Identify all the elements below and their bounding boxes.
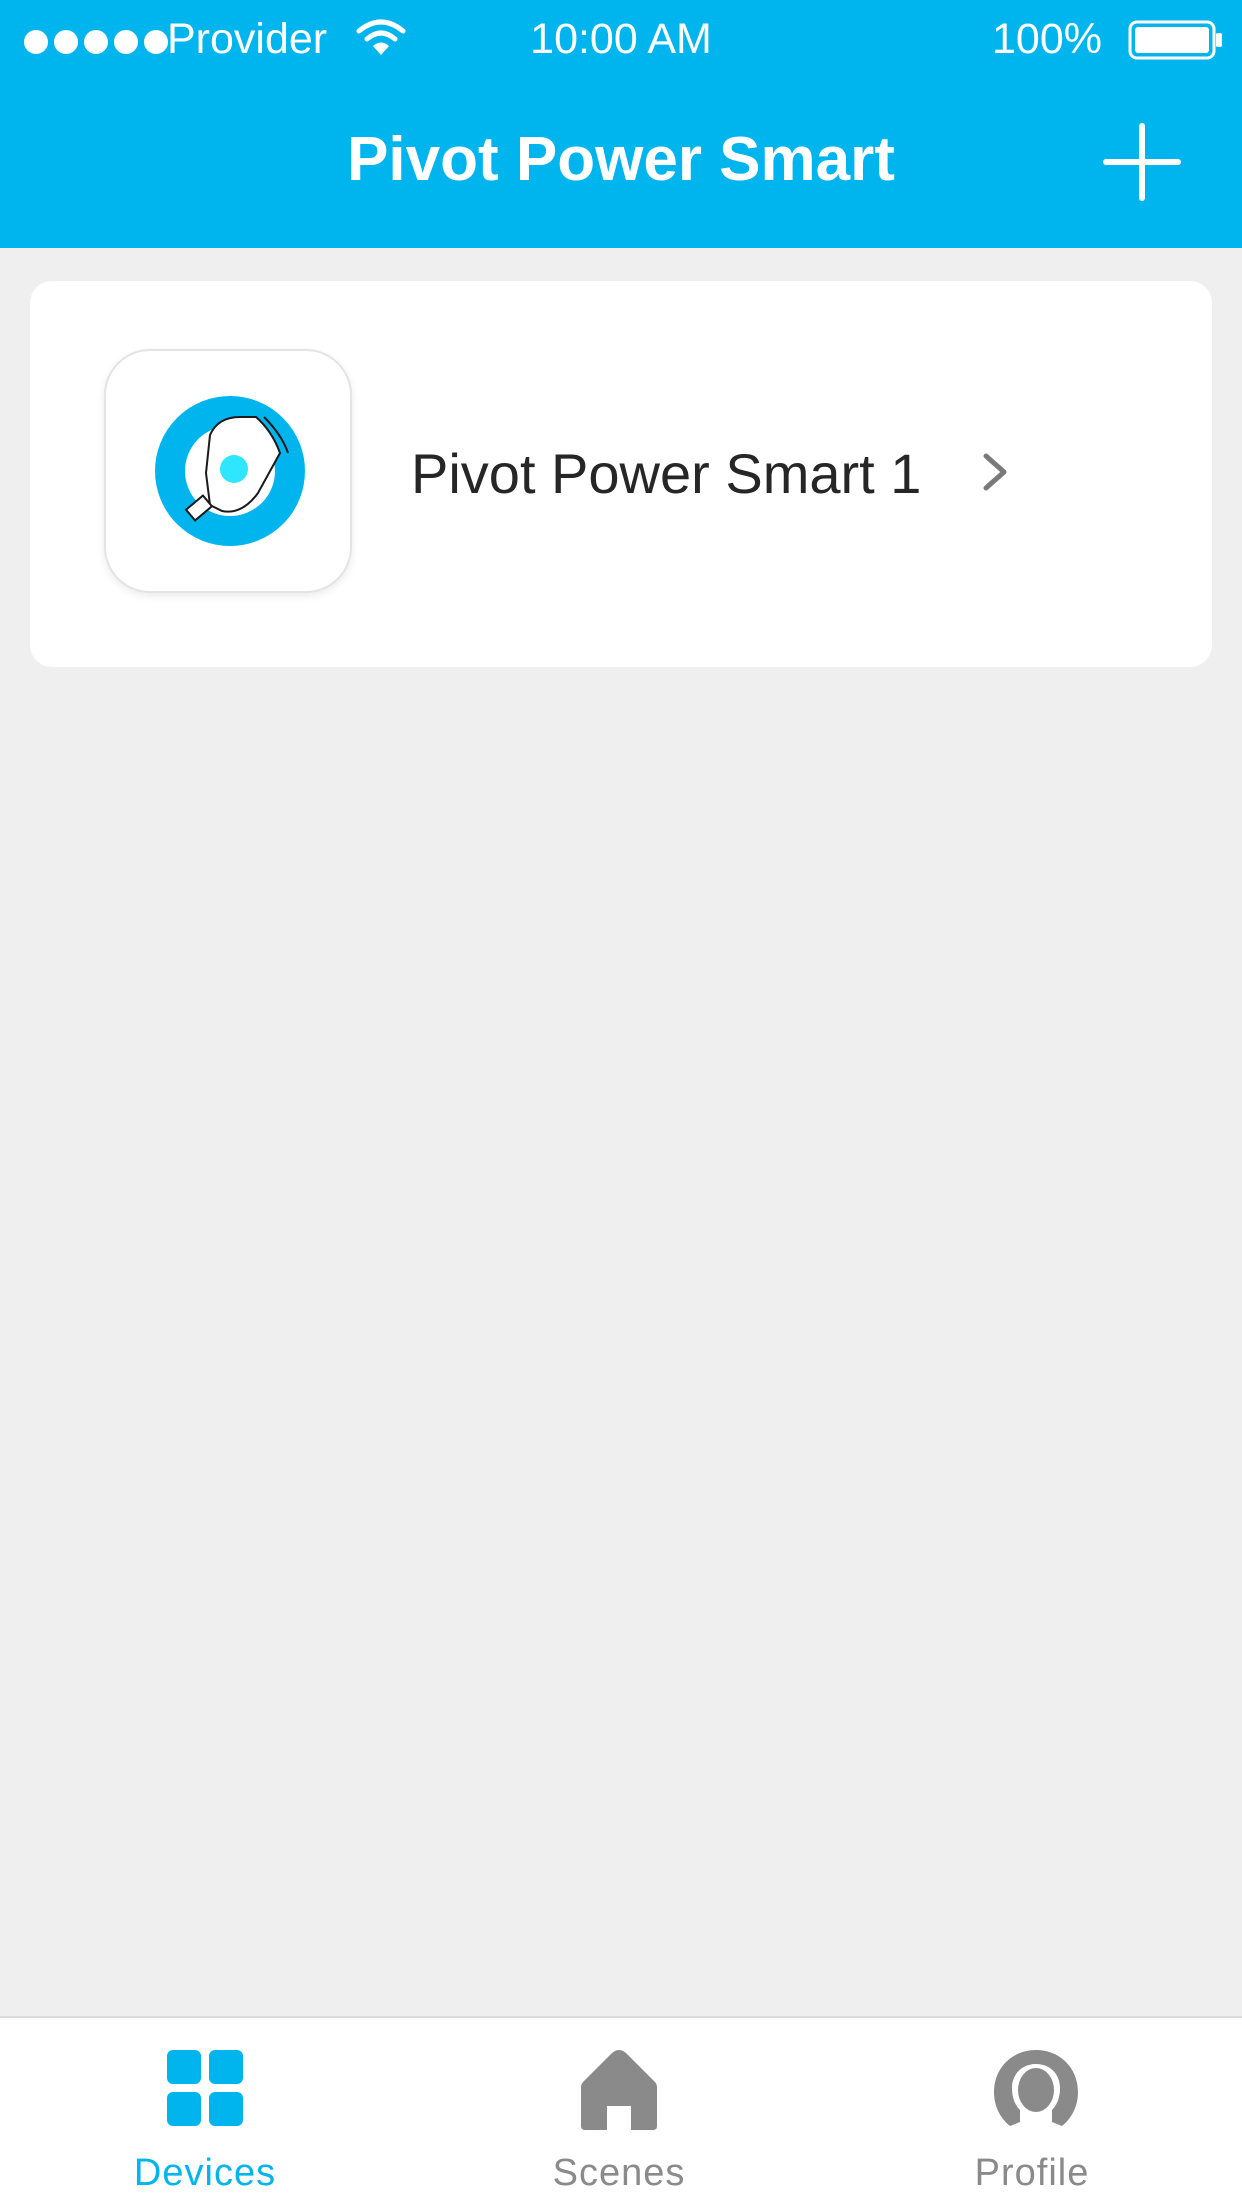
tab-profile[interactable]: Profile — [882, 2018, 1182, 2208]
plus-icon[interactable] — [1100, 120, 1184, 204]
person-icon — [994, 2050, 1078, 2126]
battery-icon — [1128, 20, 1222, 60]
tab-label-scenes: Scenes — [552, 2152, 686, 2194]
tab-devices[interactable]: Devices — [55, 2018, 355, 2208]
grid-icon — [167, 2050, 243, 2126]
home-icon — [581, 2050, 657, 2130]
app-header: Provider 10:00 AM 100% Pivot Power Smart — [0, 0, 1242, 248]
device-list-item[interactable]: Pivot Power Smart 1 — [30, 281, 1212, 667]
battery-percentage: 100% — [992, 15, 1102, 63]
tab-label-profile: Profile — [974, 2152, 1090, 2194]
pivot-power-device-icon — [104, 349, 352, 593]
device-name: Pivot Power Smart 1 — [411, 442, 922, 505]
chevron-right-icon — [983, 453, 1007, 491]
page-title: Pivot Power Smart — [347, 125, 895, 194]
status-bar: Provider 10:00 AM 100% — [0, 0, 1242, 80]
tab-bar: Devices Scenes Profile — [0, 2016, 1242, 2208]
tab-scenes[interactable]: Scenes — [469, 2018, 769, 2208]
navigation-bar: Pivot Power Smart — [0, 80, 1242, 248]
tab-label-devices: Devices — [133, 2152, 277, 2194]
